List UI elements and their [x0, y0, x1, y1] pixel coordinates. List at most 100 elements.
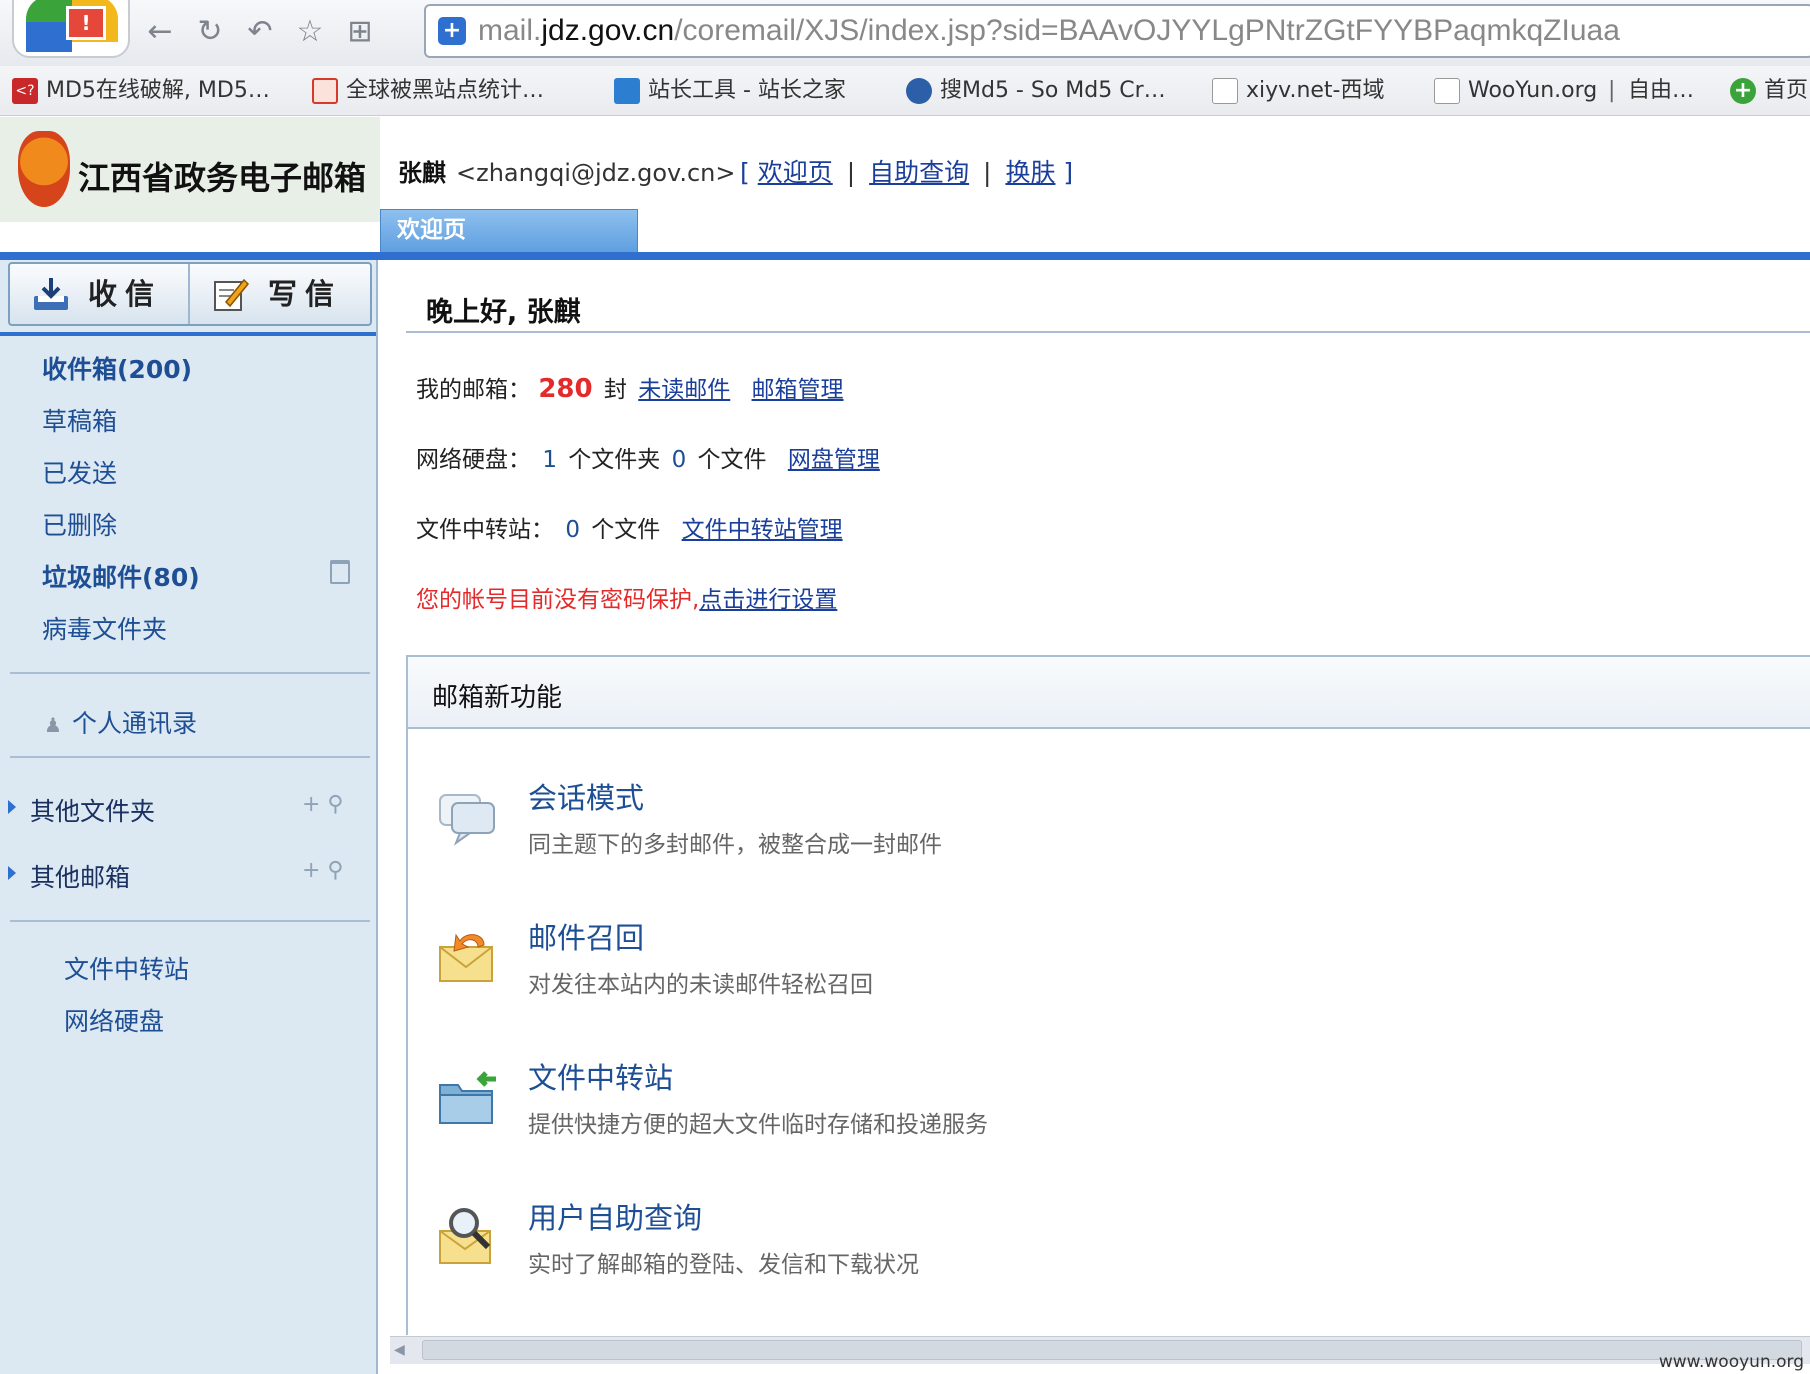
- site-title: 江西省政务电子邮箱: [78, 159, 367, 197]
- bookmark-favicon-icon: [312, 78, 338, 104]
- transfer-stat-row: 文件中转站： 0 个文件 文件中转站管理: [416, 510, 843, 544]
- sidebar: 收信 写信 收件箱(200) 草稿箱 已发送 已删除 垃圾邮件(80) 病毒文件…: [0, 260, 378, 1374]
- add-folder-icon[interactable]: + ⚲: [302, 792, 344, 817]
- sidebar-item-spam[interactable]: 垃圾邮件(80): [42, 558, 200, 594]
- receive-mail-button[interactable]: 收信: [10, 264, 190, 324]
- features-header: 邮箱新功能: [408, 657, 1810, 729]
- write-mail-button[interactable]: 写信: [190, 264, 370, 324]
- top-links: [ 欢迎页 | 自助查询 | 换肤 ]: [740, 153, 1073, 189]
- page-icon: [1212, 78, 1238, 104]
- bookmark-wooyun[interactable]: WooYun.org: [1434, 74, 1597, 108]
- link-change-skin[interactable]: 换肤: [1005, 158, 1055, 187]
- shield-icon: +: [438, 17, 466, 45]
- emblem-icon: [18, 131, 70, 207]
- unread-mail-link[interactable]: 未读邮件: [638, 377, 730, 403]
- user-email: <zhangqi@jdz.gov.cn>: [456, 159, 736, 187]
- feature-title[interactable]: 会话模式: [528, 775, 644, 817]
- sidebar-item-net-disk[interactable]: 网络硬盘: [64, 1002, 164, 1038]
- bookmark-webmaster-tools[interactable]: 站长工具 - 站长之家: [614, 74, 846, 108]
- mailbox-manage-link[interactable]: 邮箱管理: [752, 377, 844, 403]
- browser-logo-icon[interactable]: !: [12, 0, 130, 58]
- bookmark-so-md5[interactable]: 搜Md5 - So Md5 Cr…: [906, 74, 1166, 108]
- scrollbar-thumb[interactable]: [422, 1340, 1802, 1360]
- compose-toolbar: 收信 写信: [8, 262, 372, 326]
- sidebar-item-other-mailboxes[interactable]: 其他邮箱: [30, 858, 130, 894]
- feature-title[interactable]: 邮件召回: [528, 915, 644, 957]
- sidebar-item-virus[interactable]: 病毒文件夹: [42, 610, 167, 646]
- url-text[interactable]: mail.jdz.gov.cn/coremail/XJS/index.jsp?s…: [478, 14, 1620, 48]
- sidebar-divider: [10, 756, 370, 758]
- address-bar[interactable]: + mail.jdz.gov.cn/coremail/XJS/index.jsp…: [424, 4, 1810, 58]
- folder-transfer-icon: [439, 1071, 496, 1124]
- sidebar-item-deleted[interactable]: 已删除: [42, 506, 117, 542]
- write-pencil-icon: [214, 278, 250, 311]
- features-panel: 邮箱新功能 会话模式 同主题下的多封邮件，被整合成一封邮件 邮件召回 对发往本站…: [406, 655, 1810, 1335]
- warning-text: 您的帐号目前没有密码保护,: [416, 587, 700, 613]
- bookmark-home[interactable]: + 首页: [1730, 74, 1808, 108]
- back-icon[interactable]: ←: [140, 12, 180, 52]
- bookmark-xiyv[interactable]: xiyv.net-西域: [1212, 74, 1385, 108]
- page-icon: [1434, 78, 1460, 104]
- expand-arrow-icon[interactable]: [8, 866, 16, 880]
- link-self-query[interactable]: 自助查询: [869, 158, 969, 187]
- sidebar-item-inbox[interactable]: 收件箱(200): [42, 350, 192, 386]
- disk-folder-unit: 个文件夹: [568, 447, 661, 473]
- empty-spam-trash-icon[interactable]: [330, 560, 350, 584]
- sidebar-item-contacts[interactable]: ♟ 个人通讯录: [44, 704, 197, 740]
- feature-desc: 对发往本站内的未读邮件轻松召回: [528, 972, 873, 998]
- disk-file-unit: 个文件: [697, 447, 767, 473]
- disk-manage-link[interactable]: 网盘管理: [788, 447, 880, 473]
- feature-mail-recall: 邮件召回 对发往本站内的未读邮件轻松召回: [428, 915, 1728, 1015]
- mail-recall-icon: [439, 933, 493, 982]
- transfer-file-count: 0: [565, 517, 580, 543]
- greeting-divider: [406, 331, 1810, 333]
- link-welcome[interactable]: 欢迎页: [758, 158, 833, 187]
- add-mailbox-icon[interactable]: + ⚲: [302, 858, 344, 883]
- sidebar-item-sent[interactable]: 已发送: [42, 454, 117, 490]
- user-name: 张麒: [398, 159, 446, 187]
- features-title: 邮箱新功能: [432, 683, 563, 713]
- site-logo[interactable]: 江西省政务电子邮箱: [0, 117, 380, 222]
- disk-file-count: 0: [671, 447, 687, 473]
- scroll-left-icon[interactable]: ◀: [394, 1341, 412, 1359]
- sidebar-divider: [0, 332, 376, 336]
- browser-toolbar: ! ← ↻ ↶ ☆ ⊞ + mail.jdz.gov.cn/coremail/X…: [0, 0, 1810, 66]
- plus-circle-icon: +: [1730, 78, 1756, 104]
- bookmark-favicon-icon: <?: [12, 78, 38, 104]
- sidebar-item-file-transfer[interactable]: 文件中转站: [64, 950, 189, 986]
- password-warning: 您的帐号目前没有密码保护,点击进行设置: [416, 580, 837, 614]
- user-info: 张麒 <zhangqi@jdz.gov.cn>: [398, 153, 736, 188]
- new-tab-grid-icon[interactable]: ⊞: [340, 12, 380, 52]
- tab-bar-rule: [0, 252, 1810, 260]
- favorite-star-icon[interactable]: ☆: [290, 12, 330, 52]
- sidebar-divider: [10, 672, 370, 674]
- download-tray-icon: [34, 278, 68, 310]
- sidebar-item-drafts[interactable]: 草稿箱: [42, 402, 117, 438]
- undo-icon[interactable]: ↶: [240, 12, 280, 52]
- greeting: 晚上好, 张麒: [426, 297, 581, 328]
- bracket-close: ]: [1063, 158, 1074, 187]
- transfer-manage-link[interactable]: 文件中转站管理: [682, 517, 843, 543]
- horizontal-scrollbar[interactable]: ◀: [390, 1336, 1810, 1364]
- bookmark-favicon-icon: [906, 78, 932, 104]
- link-separator: |: [846, 158, 856, 187]
- bookmark-favicon-icon: [614, 78, 640, 104]
- chat-icon: [439, 794, 495, 846]
- expand-arrow-icon[interactable]: [8, 800, 16, 814]
- unread-unit: 封: [603, 377, 627, 403]
- sidebar-item-other-folders[interactable]: 其他文件夹: [30, 792, 155, 828]
- bookmark-freedom[interactable]: 自由…: [1628, 74, 1694, 108]
- feature-desc: 提供快捷方便的超大文件临时存储和投递服务: [528, 1112, 988, 1138]
- unread-count: 280: [538, 374, 593, 404]
- bookmark-md5-crack[interactable]: <? MD5在线破解, MD5…: [12, 74, 270, 108]
- feature-title[interactable]: 文件中转站: [528, 1055, 673, 1097]
- mailbox-stat-row: 我的邮箱： 280 封 未读邮件 邮箱管理: [416, 370, 844, 404]
- feature-desc: 实时了解邮箱的登陆、发信和下载状况: [528, 1252, 919, 1278]
- disk-label: 网络硬盘：: [416, 447, 531, 473]
- bookmark-hacked-sites[interactable]: 全球被黑站点统计…: [312, 74, 544, 108]
- receive-label: 收信: [88, 277, 163, 311]
- tab-welcome[interactable]: 欢迎页: [380, 209, 638, 252]
- refresh-icon[interactable]: ↻: [190, 12, 230, 52]
- set-password-link[interactable]: 点击进行设置: [699, 587, 837, 613]
- feature-title[interactable]: 用户自助查询: [528, 1195, 702, 1237]
